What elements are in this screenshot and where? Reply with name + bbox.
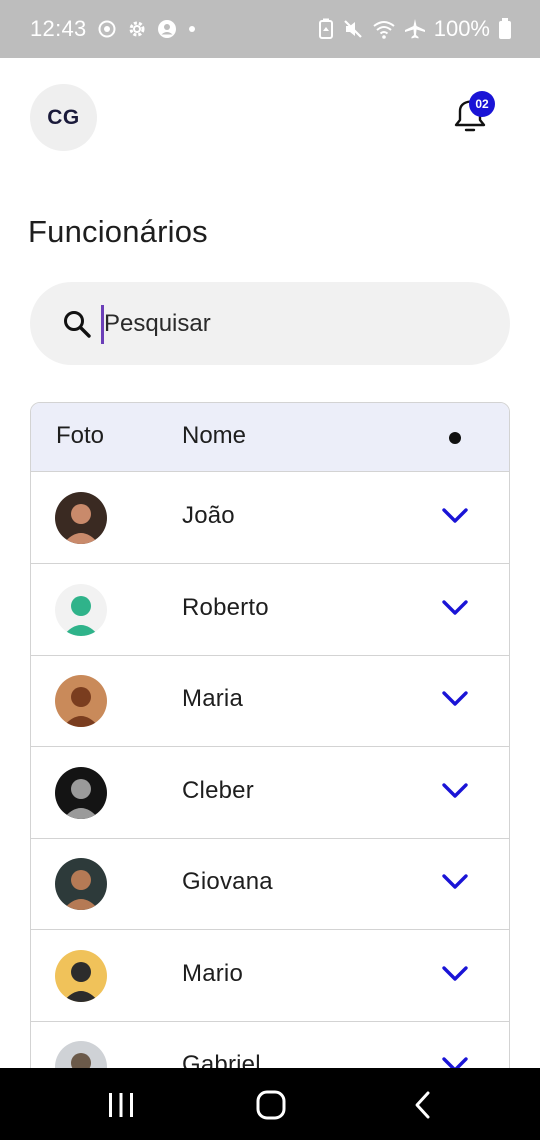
column-header-status-dot [449,432,461,444]
battery-saver-icon [318,18,334,40]
user-initials: CG [47,105,80,129]
user-avatar[interactable]: CG [30,84,97,151]
table-row[interactable]: Cleber [31,747,509,839]
employee-avatar [55,675,107,727]
system-navigation-bar [0,1068,540,1140]
recent-apps-icon[interactable] [107,1092,135,1118]
table-row[interactable]: Maria [31,655,509,747]
table-header: Foto Nome [31,403,509,472]
table-row[interactable]: Mario [31,930,509,1022]
employee-avatar [55,766,107,819]
employee-avatar [55,858,107,910]
wifi-icon [372,18,396,40]
battery-percent: 100% [433,16,490,41]
chevron-down-icon[interactable] [441,689,469,709]
notification-count-badge: 02 [469,91,495,117]
column-header-nome: Nome [182,422,247,449]
chevron-down-icon[interactable] [441,598,469,618]
search-input[interactable] [104,300,484,348]
employees-table: Foto Nome João Roberto Maria Cleber Giovana M… [30,402,510,1102]
table-row[interactable]: João [31,472,509,564]
chevron-down-icon[interactable] [441,506,469,526]
text-cursor [101,305,104,344]
location-circle-icon [97,19,117,39]
mute-icon [342,18,364,40]
chevron-down-icon[interactable] [441,872,469,892]
back-icon[interactable] [412,1090,434,1120]
table-row[interactable]: Giovana [31,838,509,930]
status-time: 12:43 [30,16,87,41]
employee-name: Roberto [182,593,269,621]
employee-avatar [55,583,107,636]
chevron-down-icon[interactable] [441,964,469,984]
account-circle-icon [157,19,177,39]
employee-name: Giovana [182,868,273,895]
status-bar: 12:43 100% [0,0,540,58]
home-icon[interactable] [256,1090,286,1120]
employee-name: João [182,502,235,529]
employee-name: Cleber [182,776,254,804]
page-title: Funcionários [28,214,208,249]
employee-avatar [55,492,107,544]
search-icon [62,309,92,339]
employee-name: Mario [182,959,244,987]
airplane-mode-icon [404,18,426,40]
employee-name: Maria [182,685,244,712]
chevron-down-icon[interactable] [441,781,469,801]
settings-gear-icon [127,19,147,39]
table-row[interactable]: Roberto [31,564,509,656]
employee-avatar [55,949,107,1002]
battery-icon [498,18,512,40]
notification-dot-icon [187,24,197,34]
column-header-foto: Foto [56,422,105,449]
